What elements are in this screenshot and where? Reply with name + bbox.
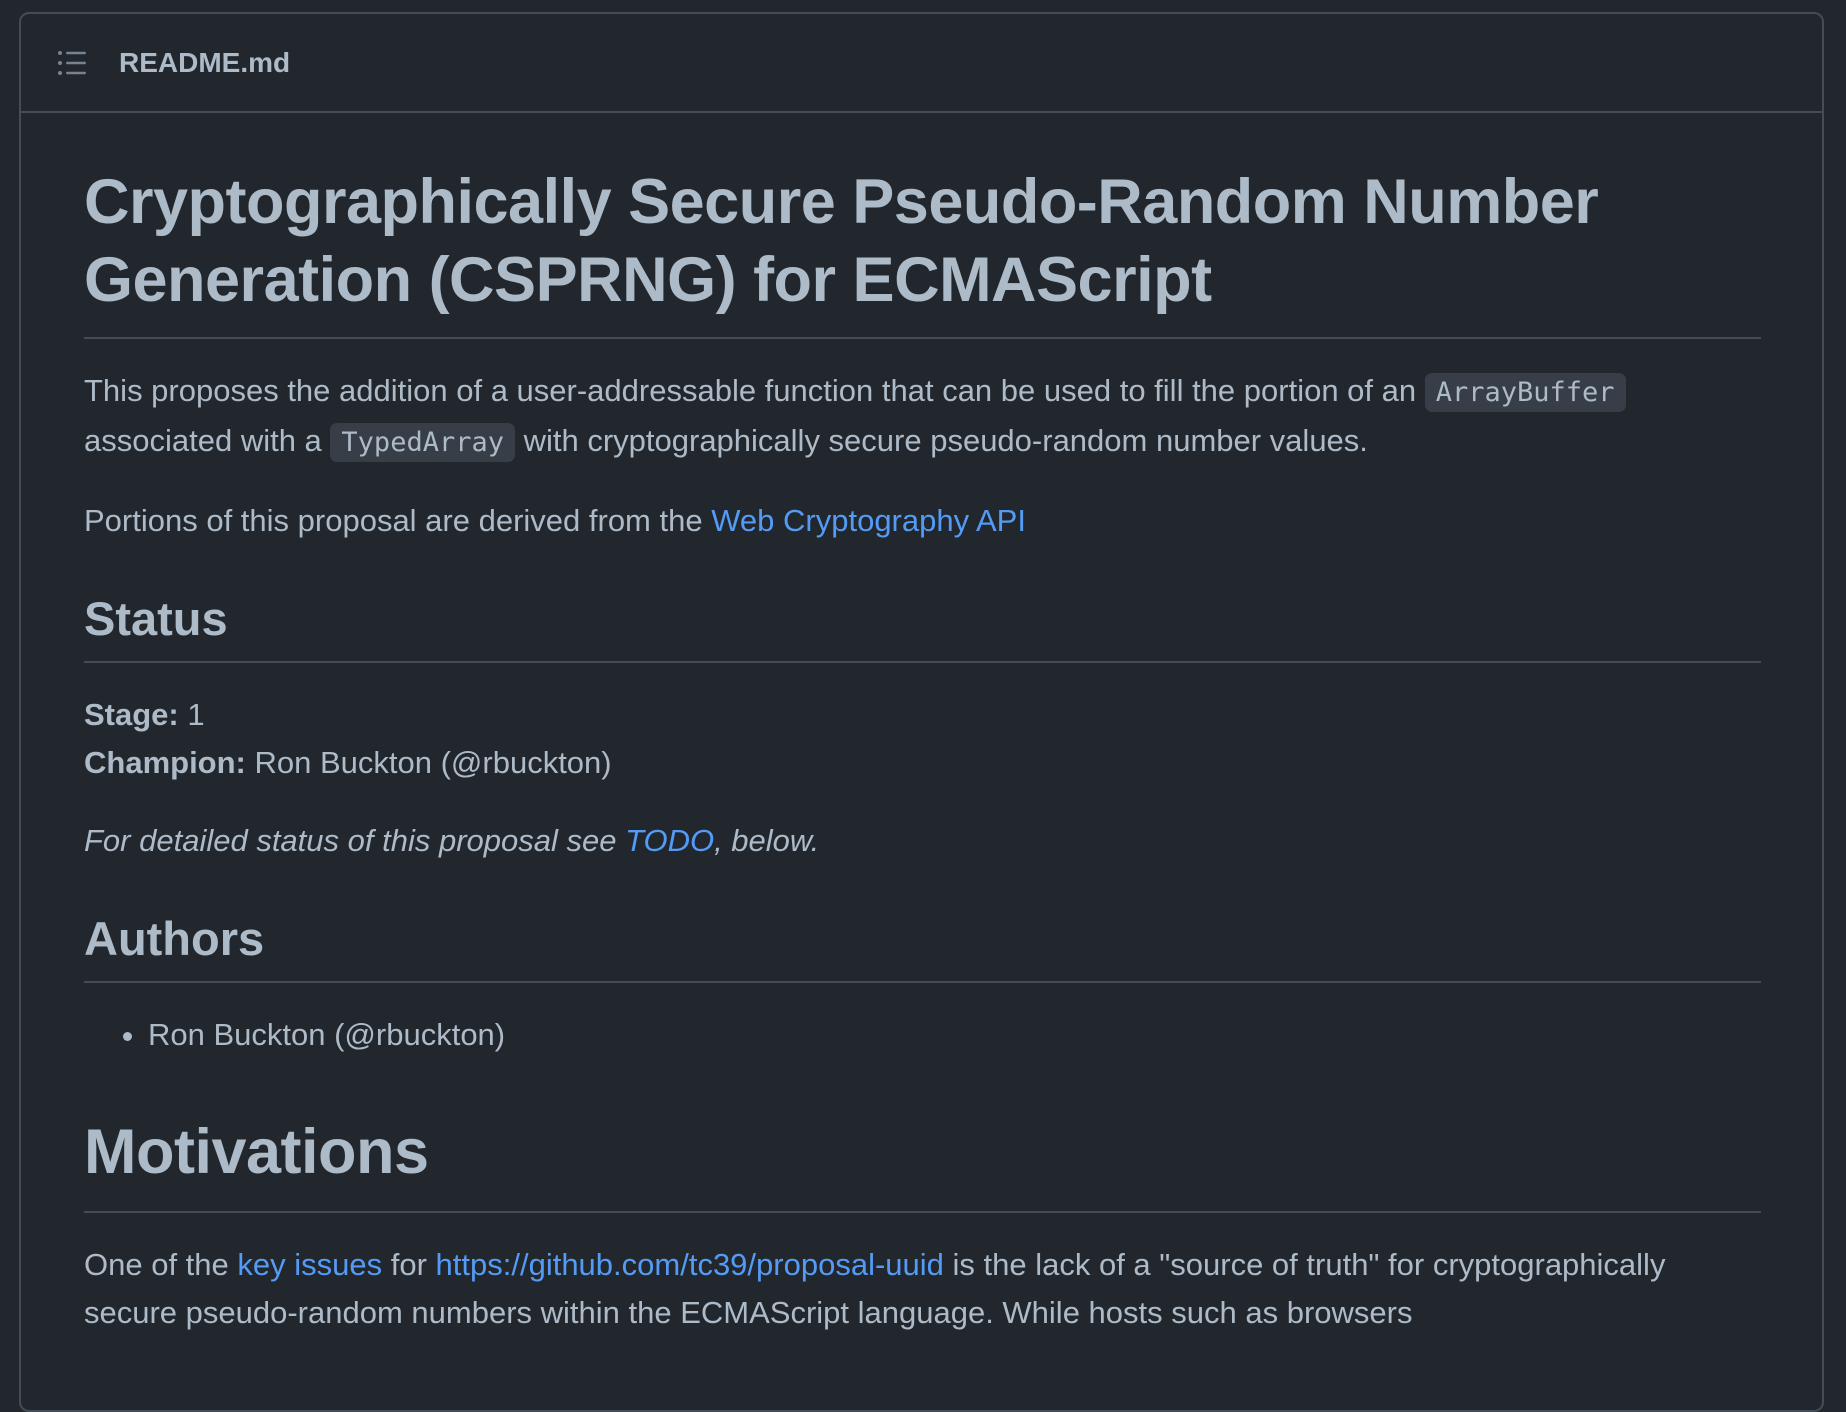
list-item: Ron Buckton (@rbuckton) <box>148 1011 1761 1059</box>
code-arraybuffer: ArrayBuffer <box>1424 373 1626 412</box>
motivations-paragraph: One of the key issues for https://github… <box>84 1247 1666 1330</box>
authors-heading: Authors <box>84 909 1761 983</box>
key-issues-link[interactable]: key issues <box>237 1247 382 1282</box>
readme-filename: README.md <box>119 46 291 78</box>
status-heading: Status <box>84 589 1761 663</box>
motivations-heading: Motivations <box>84 1113 1761 1213</box>
list-unordered-icon[interactable] <box>53 44 91 82</box>
derived-paragraph: Portions of this proposal are derived fr… <box>84 503 1026 538</box>
readme-container: README.md Cryptographically Secure Pseud… <box>19 12 1824 1412</box>
readme-header: README.md <box>21 14 1822 113</box>
status-paragraph: Stage: 1 Champion: Ron Buckton (@rbuckton… <box>84 697 612 780</box>
page-title: Cryptographically Secure Pseudo-Random N… <box>84 163 1761 339</box>
todo-link[interactable]: TODO <box>625 823 714 858</box>
detail-status-paragraph: For detailed status of this proposal see… <box>84 823 820 858</box>
proposal-uuid-link[interactable]: https://github.com/tc39/proposal-uuid <box>436 1247 944 1282</box>
intro-paragraph: This proposes the addition of a user-add… <box>84 367 1761 467</box>
web-crypto-link[interactable]: Web Cryptography API <box>711 503 1026 538</box>
code-typedarray: TypedArray <box>330 423 515 462</box>
readme-content: Cryptographically Secure Pseudo-Random N… <box>84 113 1761 1337</box>
authors-list: Ron Buckton (@rbuckton) <box>84 1011 1761 1059</box>
